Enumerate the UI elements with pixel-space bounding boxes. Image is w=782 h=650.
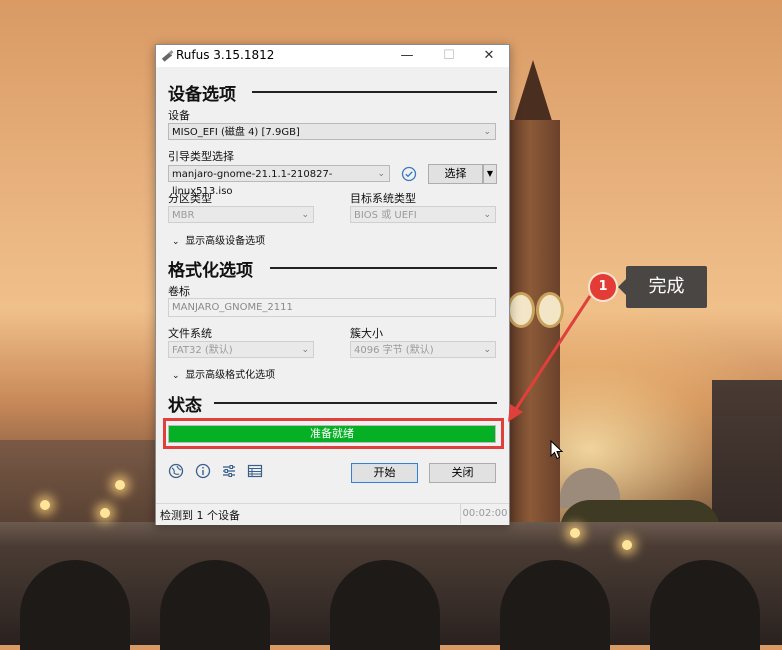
cluster-size-value: 4096 字节 (默认)	[354, 345, 434, 356]
advanced-device-toggle[interactable]: ⌄ 显示高级设备选项	[172, 232, 265, 247]
device-select[interactable]: MISO_EFI (磁盘 4) [7.9GB] ⌄	[168, 123, 496, 140]
partition-scheme-select[interactable]: MBR ⌄	[168, 206, 314, 223]
status-bar: 检测到 1 个设备 00:02:00	[156, 503, 509, 525]
rufus-window: Rufus 3.15.1812 — ☐ ✕ 设备选项 设备 MISO_EFI (…	[155, 44, 510, 525]
partition-scheme-label: 分区类型	[168, 192, 212, 205]
street-lamp	[40, 500, 50, 510]
volume-label-input[interactable]: MANJARO_GNOME_2111	[168, 298, 496, 317]
check-circle-icon[interactable]	[401, 166, 417, 182]
mouse-cursor-icon	[550, 440, 564, 460]
clock-face	[507, 292, 535, 328]
chevron-down-icon: ⌄	[301, 210, 309, 220]
street-lamp	[622, 540, 632, 550]
clock-face	[536, 292, 564, 328]
start-button[interactable]: 开始	[351, 463, 418, 483]
maximize-button[interactable]: ☐	[434, 46, 464, 66]
select-dropdown-button[interactable]: ▼	[483, 164, 497, 184]
close-button[interactable]: 关闭	[429, 463, 496, 483]
boot-type-label: 引导类型选择	[168, 150, 234, 163]
usb-drive-icon	[161, 50, 174, 62]
target-system-label: 目标系统类型	[350, 192, 416, 205]
minimize-button[interactable]: —	[392, 46, 422, 66]
select-image-button[interactable]: 选择	[428, 164, 483, 184]
settings-sliders-icon[interactable]	[221, 463, 237, 479]
device-count-text: 检测到 1 个设备	[160, 509, 240, 522]
volume-label-label: 卷标	[168, 285, 190, 298]
status-heading: 状态	[168, 396, 202, 416]
advanced-format-toggle-label: 显示高级格式化选项	[185, 370, 276, 381]
chevron-down-icon: ⌄	[483, 210, 491, 220]
target-system-select[interactable]: BIOS 或 UEFI ⌄	[350, 206, 496, 223]
file-system-value: FAT32 (默认)	[172, 345, 233, 356]
chevron-down-icon: ⌄	[377, 169, 385, 179]
street-lamp	[100, 508, 110, 518]
device-options-heading: 设备选项	[168, 85, 236, 105]
log-table-icon[interactable]	[247, 463, 263, 479]
file-system-label: 文件系统	[168, 327, 212, 340]
street-lamp	[115, 480, 125, 490]
close-window-button[interactable]: ✕	[474, 46, 504, 66]
boot-type-select[interactable]: manjaro-gnome-21.1.1-210827-linux513.iso…	[168, 165, 390, 197]
partition-scheme-value: MBR	[172, 210, 195, 221]
street-lamp	[570, 528, 580, 538]
step-callout-label: 完成	[618, 266, 707, 308]
chevron-down-icon: ⌄	[483, 127, 491, 137]
step-number-badge: 1	[590, 274, 616, 300]
title-bar[interactable]: Rufus 3.15.1812 — ☐ ✕	[156, 45, 509, 67]
device-select-value: MISO_EFI (磁盘 4) [7.9GB]	[172, 127, 300, 138]
progress-highlight-box	[163, 418, 504, 449]
chevron-down-icon: ⌄	[483, 345, 491, 355]
elapsed-timer: 00:02:00	[460, 504, 509, 524]
globe-icon[interactable]	[168, 463, 184, 479]
advanced-format-toggle[interactable]: ⌄ 显示高级格式化选项	[172, 366, 275, 381]
advanced-device-toggle-label: 显示高级设备选项	[185, 236, 266, 247]
cluster-size-select[interactable]: 4096 字节 (默认) ⌄	[350, 341, 496, 358]
info-icon[interactable]	[195, 463, 211, 479]
caret-down-icon: ▼	[486, 169, 494, 178]
chevron-down-icon: ⌄	[172, 237, 180, 247]
chevron-down-icon: ⌄	[301, 345, 309, 355]
cluster-size-label: 簇大小	[350, 327, 383, 340]
section-divider	[214, 402, 497, 404]
clock-tower	[506, 120, 560, 560]
target-system-value: BIOS 或 UEFI	[354, 210, 417, 221]
file-system-select[interactable]: FAT32 (默认) ⌄	[168, 341, 314, 358]
chevron-down-icon: ⌄	[172, 371, 180, 381]
section-divider	[252, 91, 497, 93]
window-title: Rufus 3.15.1812	[176, 48, 275, 62]
format-options-heading: 格式化选项	[168, 261, 253, 281]
section-divider	[270, 267, 497, 269]
device-label: 设备	[168, 109, 190, 122]
